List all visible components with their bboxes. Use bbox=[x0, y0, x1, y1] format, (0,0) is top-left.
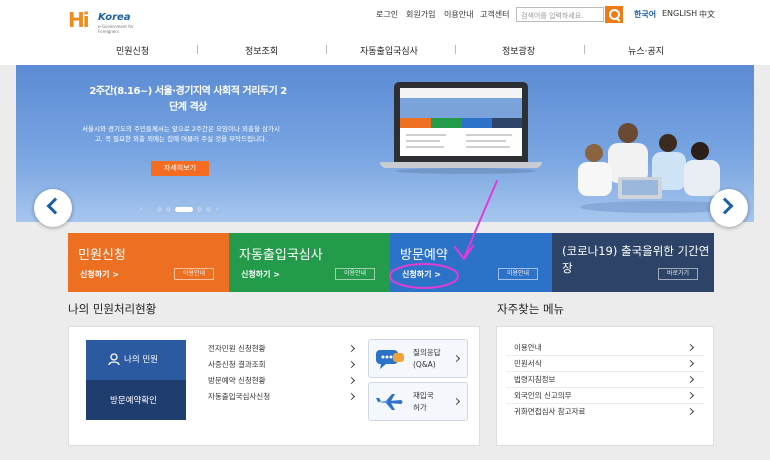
quick-covid-extension[interactable]: (코로나19) 출국을위한 기간연장 바로가기 bbox=[552, 233, 714, 292]
faq-item-forms[interactable]: 민원서식 bbox=[514, 358, 542, 369]
slide-next-small-icon[interactable]: › bbox=[216, 205, 219, 213]
quick-shortcut-button[interactable]: 바로가기 bbox=[658, 268, 698, 280]
quick-apply-link[interactable]: 신청하기 > bbox=[402, 269, 441, 280]
laptop-illustration bbox=[394, 82, 528, 162]
main-banner: 2주간(8.16~) 서울·경기지역 사회적 거리두기 2단계 격상 서울시와 … bbox=[16, 65, 754, 222]
header: Hi Korea e-Government for Foreigners 로그인… bbox=[0, 0, 770, 65]
quick-guide-button[interactable]: 이용안내 bbox=[498, 268, 538, 280]
quick-title: 민원신청 bbox=[78, 248, 126, 263]
chevron-right-icon bbox=[452, 354, 461, 363]
slide-dot[interactable] bbox=[166, 207, 171, 212]
search-input[interactable]: 검색어를 입력하세요. bbox=[516, 7, 604, 22]
logo-korea: Korea bbox=[98, 12, 131, 23]
qna-label-line1: 질의응답 bbox=[413, 348, 441, 357]
faq-divider bbox=[506, 403, 704, 404]
search-icon[interactable] bbox=[605, 6, 623, 23]
banner-description: 서울시와 경기도의 주민들께서는 앞으로 2주간은 모임이나 외출을 삼가시고,… bbox=[82, 125, 280, 143]
banner-prev-button[interactable] bbox=[34, 189, 72, 227]
quick-apply-link[interactable]: 신청하기 > bbox=[241, 269, 280, 280]
laptop-shadow bbox=[396, 168, 536, 174]
gnb-divider bbox=[326, 45, 327, 54]
slide-dot[interactable] bbox=[197, 207, 202, 212]
logo[interactable]: Hi Korea e-Government for Foreigners bbox=[68, 8, 148, 34]
quick-title: 자동출입국심사 bbox=[239, 248, 323, 263]
status-item-autogate[interactable]: 자동출입국심사신청 bbox=[208, 391, 270, 402]
faq-item-guide[interactable]: 이용안내 bbox=[514, 342, 542, 353]
reentry-label-line1: 재입국 bbox=[413, 391, 434, 400]
quick-civil-apply[interactable]: 민원신청 신청하기 > 이용안내 bbox=[68, 233, 229, 292]
chevron-right-icon bbox=[716, 197, 734, 215]
status-section-title: 나의 민원처리현황 bbox=[68, 302, 157, 316]
banner-next-button[interactable] bbox=[710, 189, 748, 227]
faq-item-naturalization[interactable]: 귀화면접심사 참고자료 bbox=[514, 406, 585, 417]
qna-card[interactable]: 질의응답 (Q&A) bbox=[368, 339, 468, 378]
my-civil-label: 나의 민원 bbox=[124, 355, 158, 365]
faq-divider bbox=[506, 387, 704, 388]
chevron-left-icon bbox=[46, 197, 64, 215]
slide-prev-small-icon[interactable]: ‹ bbox=[140, 205, 143, 213]
gnb-item-autogate[interactable]: 자동출입국심사 bbox=[360, 44, 418, 57]
status-item-visa[interactable]: 사증신청 결과조회 bbox=[208, 359, 266, 370]
quick-visit-reservation[interactable]: 방문예약 신청하기 > 이용안내 bbox=[390, 233, 552, 292]
quick-apply-link[interactable]: 신청하기 > bbox=[80, 269, 119, 280]
visit-check-label: 방문예약확인 bbox=[110, 396, 157, 406]
page: Hi Korea e-Government for Foreigners 로그인… bbox=[0, 0, 770, 460]
slide-dot[interactable] bbox=[206, 207, 211, 212]
faq-item-law[interactable]: 법령지침정보 bbox=[514, 374, 555, 385]
faq-section-title: 자주찾는 메뉴 bbox=[497, 302, 565, 316]
gnb-item-plaza[interactable]: 정보광장 bbox=[502, 44, 535, 57]
faq-divider bbox=[506, 371, 704, 372]
logo-tagline: e-Government for Foreigners bbox=[98, 24, 134, 34]
chevron-right-icon bbox=[452, 397, 461, 406]
qna-label: 질의응답 (Q&A) bbox=[413, 347, 441, 371]
support-link[interactable]: 고객센터 bbox=[480, 9, 509, 20]
guide-link[interactable]: 이용안내 bbox=[444, 9, 473, 20]
quick-guide-button[interactable]: 이용안내 bbox=[335, 268, 375, 280]
lang-chinese[interactable]: 中文 bbox=[699, 9, 715, 20]
faq-divider bbox=[506, 355, 704, 356]
faq-item-report[interactable]: 외국인의 신고의무 bbox=[514, 390, 572, 401]
quick-title: 방문예약 bbox=[400, 248, 448, 263]
lang-korean[interactable]: 한국어 bbox=[634, 9, 656, 20]
status-item-visit[interactable]: 방문예약 신청현황 bbox=[208, 375, 266, 386]
quick-autogate[interactable]: 자동출입국심사 신청하기 > 이용안내 bbox=[229, 233, 390, 292]
slide-dot[interactable] bbox=[157, 207, 162, 212]
my-civil-button[interactable]: 나의 민원 bbox=[86, 340, 186, 380]
visit-check-button[interactable]: 방문예약확인 bbox=[86, 380, 186, 420]
gnb-item-news[interactable]: 뉴스·공지 bbox=[628, 44, 664, 57]
login-link[interactable]: 로그인 bbox=[376, 9, 398, 20]
gnb-divider bbox=[455, 45, 456, 54]
reentry-label-line2: 허가 bbox=[413, 403, 427, 412]
logo-mark: Hi bbox=[68, 8, 90, 32]
gnb-item-apply[interactable]: 민원신청 bbox=[116, 44, 149, 57]
airplane-icon bbox=[376, 394, 403, 410]
user-icon bbox=[108, 353, 120, 366]
banner-detail-button[interactable]: 자세히보기 bbox=[151, 161, 209, 176]
gnb-item-info[interactable]: 정보조회 bbox=[245, 44, 278, 57]
gnb-divider bbox=[584, 45, 585, 54]
chat-bubble-icon bbox=[376, 350, 404, 369]
signup-link[interactable]: 회원가입 bbox=[406, 9, 435, 20]
banner-title: 2주간(8.16~) 서울·경기지역 사회적 거리두기 2단계 격상 bbox=[89, 86, 287, 113]
reentry-label: 재입국 허가 bbox=[413, 390, 434, 414]
qna-label-line2: (Q&A) bbox=[413, 360, 436, 369]
reentry-card[interactable]: 재입국 허가 bbox=[368, 382, 468, 421]
slide-dot-active[interactable] bbox=[175, 207, 193, 212]
gnb-divider bbox=[197, 45, 198, 54]
lang-english[interactable]: ENGLISH bbox=[662, 9, 697, 18]
status-item-eapply[interactable]: 전자민원 신청현황 bbox=[208, 343, 266, 354]
quick-guide-button[interactable]: 이용안내 bbox=[174, 268, 214, 280]
